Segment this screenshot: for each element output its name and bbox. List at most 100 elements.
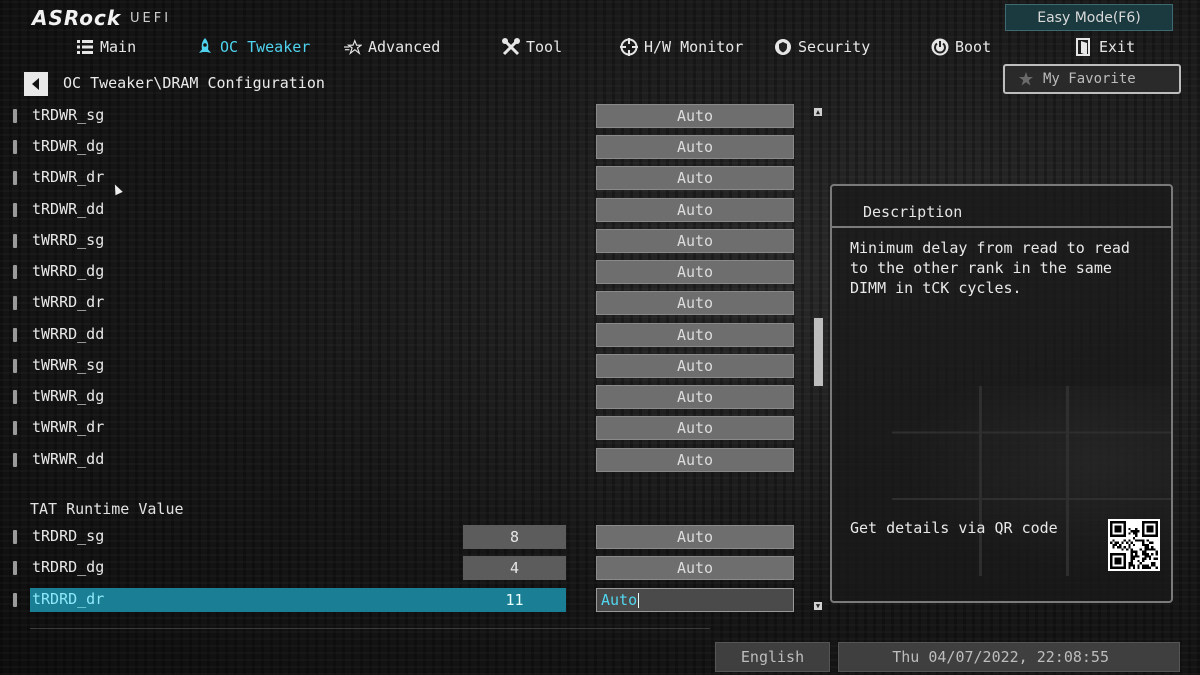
setting-label: tRDWR_dd	[32, 200, 105, 218]
setting-value-field[interactable]: Auto	[596, 135, 794, 159]
row-marker	[13, 328, 17, 342]
crosshair-icon	[620, 38, 638, 56]
rocket-icon	[196, 38, 214, 56]
scrollbar[interactable]: ▲ ▼	[813, 108, 823, 612]
row-marker	[13, 593, 17, 607]
description-panel: Description Minimum delay from read to r…	[830, 184, 1173, 603]
setting-label: tRDRD_dr	[32, 590, 105, 608]
setting-value-field[interactable]: Auto	[596, 354, 794, 378]
tab-advanced[interactable]: Advanced	[344, 34, 440, 60]
row-marker	[13, 561, 17, 575]
setting-value-field[interactable]: Auto	[596, 166, 794, 190]
setting-value-field[interactable]: Auto	[596, 416, 794, 440]
setting-value-field[interactable]: Auto	[596, 323, 794, 347]
tat-row[interactable]: tRDRD_dg 4 Auto	[0, 556, 810, 580]
setting-label: tRDWR_dr	[32, 168, 105, 186]
setting-value-field[interactable]: Auto	[596, 291, 794, 315]
scrollbar-thumb[interactable]	[814, 318, 823, 386]
tab-exit-label: Exit	[1099, 38, 1136, 56]
language-button[interactable]: English	[715, 642, 830, 672]
tab-hw-monitor[interactable]: H/W Monitor	[620, 34, 743, 60]
easy-mode-button[interactable]: Easy Mode(F6)	[1005, 4, 1173, 31]
main-nav: Main OC Tweaker Advanced Tool H/W Monito…	[0, 34, 1200, 60]
setting-label: tWRRD_dr	[32, 293, 105, 311]
setting-value-field[interactable]: Auto	[596, 198, 794, 222]
tab-security[interactable]: Security	[774, 34, 870, 60]
setting-value-field[interactable]: Auto	[596, 229, 794, 253]
setting-label: tWRWR_dd	[32, 450, 105, 468]
scroll-down-icon[interactable]: ▼	[814, 602, 822, 610]
tab-security-label: Security	[798, 38, 871, 56]
scroll-up-icon[interactable]: ▲	[814, 108, 822, 116]
setting-label: tRDRD_dg	[32, 558, 105, 576]
tab-hw-monitor-label: H/W Monitor	[644, 38, 744, 56]
setting-value-field[interactable]: Auto	[596, 448, 794, 472]
text-caret	[638, 592, 640, 608]
divider	[30, 628, 710, 629]
setting-row[interactable]: tRDWR_sg Auto	[0, 104, 810, 128]
qr-caption: Get details via QR code	[850, 519, 1058, 537]
setting-row[interactable]: tRDWR_dr Auto	[0, 166, 810, 190]
description-header: Description	[832, 186, 1171, 228]
list-icon	[76, 38, 94, 56]
row-marker	[13, 109, 17, 123]
tab-oc-tweaker-label: OC Tweaker	[220, 38, 311, 56]
section-header-tat: TAT Runtime Value	[30, 500, 184, 518]
description-text: Minimum delay from read to read to the o…	[850, 239, 1130, 297]
back-arrow-icon	[32, 78, 39, 90]
tab-tool[interactable]: Tool	[502, 34, 562, 60]
my-favorite-label: My Favorite	[1043, 71, 1136, 87]
back-button[interactable]	[24, 72, 48, 96]
setting-row[interactable]: tRDWR_dd Auto	[0, 198, 810, 222]
setting-label: tRDWR_dg	[32, 137, 105, 155]
setting-row[interactable]: tWRRD_dr Auto	[0, 291, 810, 315]
tab-main-label: Main	[100, 38, 137, 56]
description-title: Description	[863, 203, 963, 221]
setting-value-field[interactable]: Auto	[596, 556, 794, 580]
setting-row[interactable]: tWRRD_dd Auto	[0, 323, 810, 347]
tools-icon	[502, 38, 520, 56]
tab-advanced-label: Advanced	[368, 38, 441, 56]
setting-value-field[interactable]: Auto	[596, 104, 794, 128]
row-marker	[13, 421, 17, 435]
setting-row[interactable]: tWRWR_dr Auto	[0, 416, 810, 440]
setting-row[interactable]: tWRRD_dg Auto	[0, 260, 810, 284]
setting-value-text: Auto	[601, 591, 638, 609]
tab-tool-label: Tool	[526, 38, 563, 56]
setting-label: tWRWR_dr	[32, 418, 105, 436]
uefi-label: UEFI	[130, 11, 172, 26]
setting-row[interactable]: tWRWR_dd Auto	[0, 448, 810, 472]
setting-label: tWRRD_dg	[32, 262, 105, 280]
setting-value-input[interactable]: Auto	[596, 588, 794, 612]
setting-label: tWRRD_dd	[32, 325, 105, 343]
setting-row[interactable]: tRDWR_dg Auto	[0, 135, 810, 159]
row-marker	[13, 390, 17, 404]
row-marker	[13, 453, 17, 467]
my-favorite-button[interactable]: My Favorite	[1003, 64, 1181, 94]
setting-label: tWRWR_dg	[32, 387, 105, 405]
setting-label: tWRRD_sg	[32, 231, 105, 249]
setting-value-field[interactable]: Auto	[596, 385, 794, 409]
runtime-value: 4	[463, 556, 566, 580]
asrock-logo: ASRock	[32, 6, 122, 30]
row-marker	[13, 203, 17, 217]
tab-exit[interactable]: Exit	[1075, 34, 1135, 60]
setting-label: tRDRD_sg	[32, 527, 105, 545]
setting-row[interactable]: tWRWR_sg Auto	[0, 354, 810, 378]
datetime-display: Thu 04/07/2022, 22:08:55	[838, 642, 1180, 672]
setting-value-field[interactable]: Auto	[596, 260, 794, 284]
setting-row[interactable]: tWRRD_sg Auto	[0, 229, 810, 253]
tat-row[interactable]: tRDRD_sg 8 Auto	[0, 525, 810, 549]
row-marker	[13, 359, 17, 373]
setting-row[interactable]: tWRWR_dg Auto	[0, 385, 810, 409]
tab-boot[interactable]: Boot	[931, 34, 991, 60]
setting-value-field[interactable]: Auto	[596, 525, 794, 549]
row-marker	[13, 171, 17, 185]
qr-code-icon	[1108, 519, 1160, 571]
tat-row-selected[interactable]: tRDRD_dr 11 Auto	[0, 588, 810, 612]
tab-main[interactable]: Main	[76, 34, 136, 60]
row-marker	[13, 265, 17, 279]
tab-oc-tweaker[interactable]: OC Tweaker	[196, 34, 310, 60]
runtime-value: 11	[505, 591, 524, 609]
row-marker	[13, 234, 17, 248]
